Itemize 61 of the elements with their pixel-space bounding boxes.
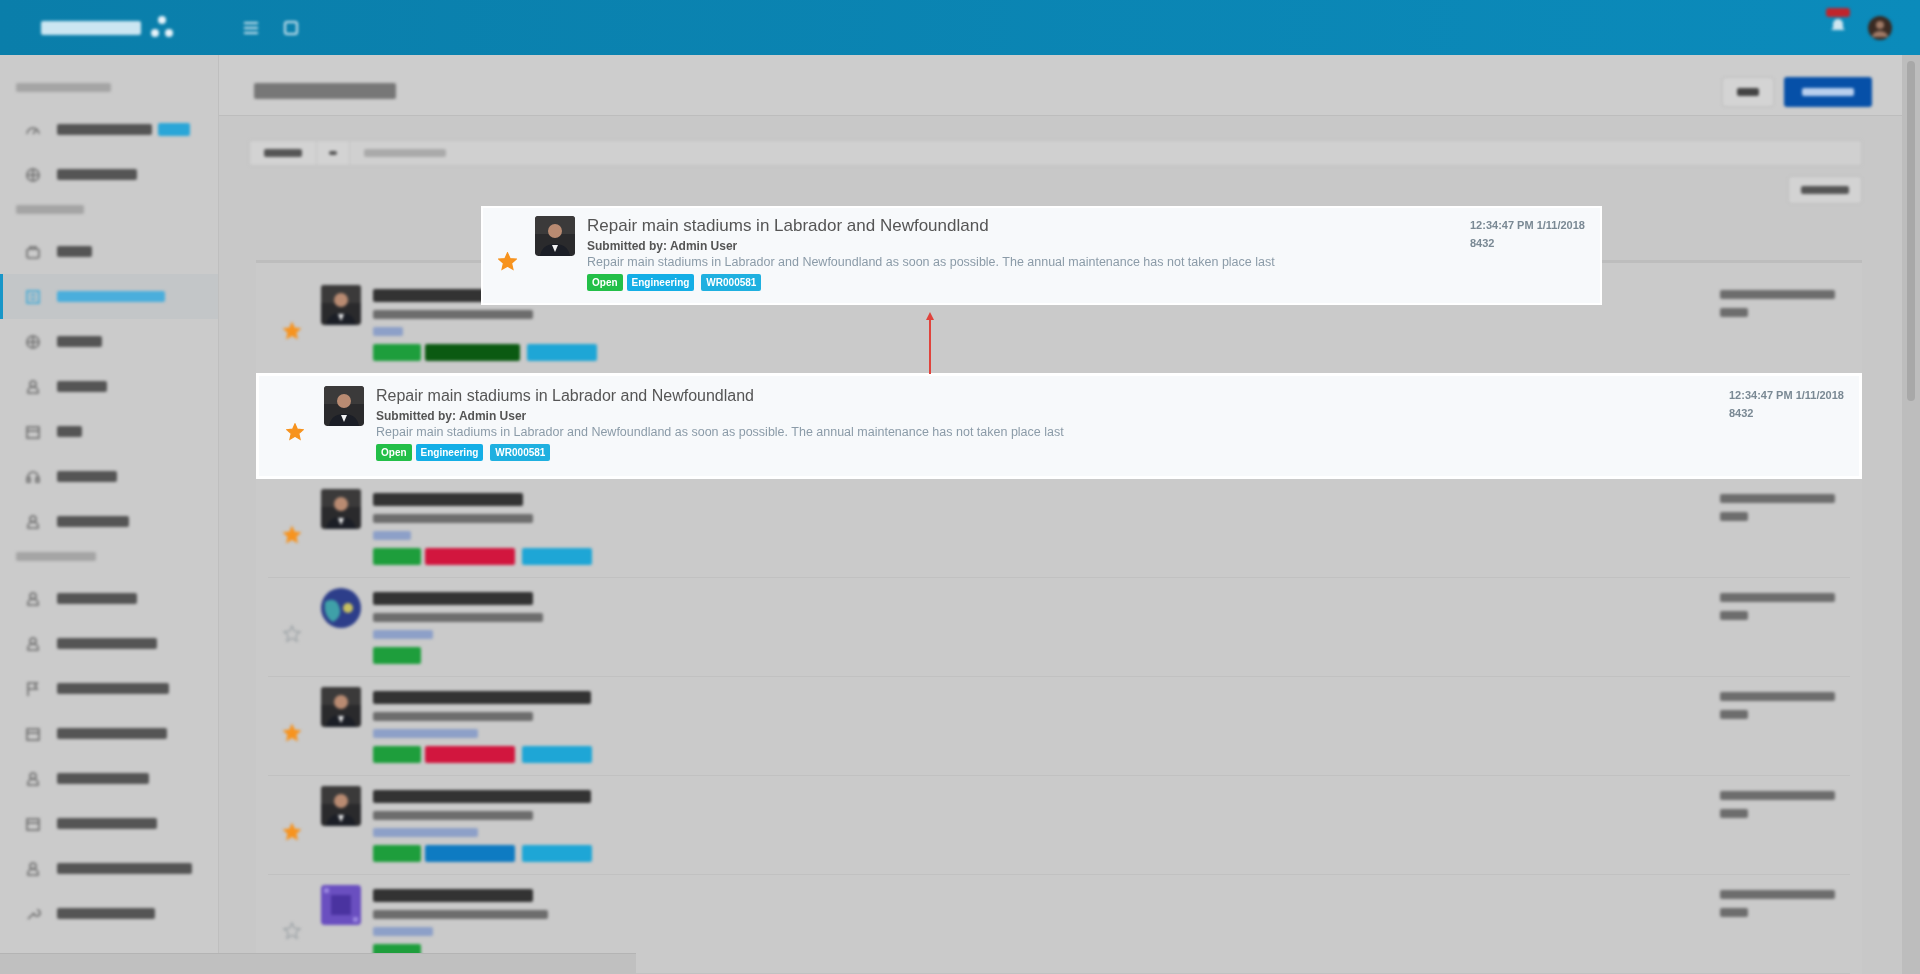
headset-icon [25, 468, 41, 485]
user-icon [25, 770, 41, 787]
user-icon [25, 860, 41, 877]
save-button[interactable] [1788, 176, 1862, 204]
tag: Engineering [415, 444, 484, 461]
blurred-text [1720, 511, 1748, 521]
star-icon[interactable] [283, 823, 301, 841]
tag: WR000581 [490, 444, 551, 461]
scrollbar[interactable] [1902, 55, 1920, 974]
flag-icon [25, 680, 41, 697]
pointer-arrow [925, 310, 935, 374]
timestamp: 12:34:47 PM 1/11/2018 [1729, 388, 1845, 403]
store-icon [25, 725, 41, 742]
blurred-text [1720, 709, 1748, 719]
blurred-label [57, 426, 82, 437]
blurred-text [373, 629, 433, 639]
star-icon[interactable] [283, 322, 301, 340]
primary-button[interactable] [1784, 77, 1872, 107]
request-title: Repair main stadiums in Labrador and Newfoundland [587, 216, 990, 236]
blurred-text [1720, 610, 1748, 620]
submitted-by: Submitted by: Admin User [376, 409, 528, 423]
globe-icon [25, 166, 41, 183]
star-icon[interactable] [286, 423, 304, 441]
blurred-label [57, 516, 129, 527]
timestamp: 12:34:47 PM 1/11/2018 [1470, 218, 1586, 233]
blurred-text [1720, 907, 1748, 917]
star-icon[interactable] [283, 724, 301, 742]
request-description: Repair main stadiums in Labrador and Newfoundland as soon as possible. The annual maintenance has not taken place last [587, 255, 1276, 269]
tag: Open [376, 444, 412, 461]
plain-button[interactable] [1722, 77, 1774, 107]
avatar-icon[interactable] [1868, 15, 1892, 40]
tag: Engineering [626, 274, 695, 291]
submitted-by: Submitted by: Admin User [587, 239, 739, 253]
blurred-label [57, 336, 102, 347]
store-icon [25, 423, 41, 440]
blurred-label [57, 471, 117, 482]
store-icon [25, 815, 41, 832]
blurred-label [57, 246, 92, 257]
blurred-heading [16, 205, 84, 215]
bag-icon [25, 243, 41, 260]
user-icon [25, 635, 41, 652]
request-title[interactable]: Repair main stadiums in Labrador and Newfoundland [376, 386, 1729, 406]
blurred-text [373, 926, 433, 936]
globe-icon [25, 333, 41, 350]
star-icon[interactable] [283, 526, 301, 544]
new-badge [158, 123, 190, 136]
blurred-text [1720, 808, 1748, 818]
user-icon [25, 590, 41, 607]
request-number: 8432 [1729, 406, 1755, 421]
request-number: 8432 [1470, 236, 1496, 251]
blurred-text [373, 326, 403, 336]
user-icon [25, 378, 41, 395]
notification-badge [1826, 7, 1850, 17]
blurred-label [57, 381, 107, 392]
list-icon [25, 288, 41, 305]
user-icon [25, 513, 41, 530]
blurred-text [1720, 307, 1748, 317]
tag: Open [587, 274, 623, 291]
blurred-text [373, 530, 411, 540]
tag: WR000581 [701, 274, 762, 291]
request-description: Repair main stadiums in Labrador and Newfoundland as soon as possible. The annual maintenance has not taken place last [376, 425, 1065, 439]
